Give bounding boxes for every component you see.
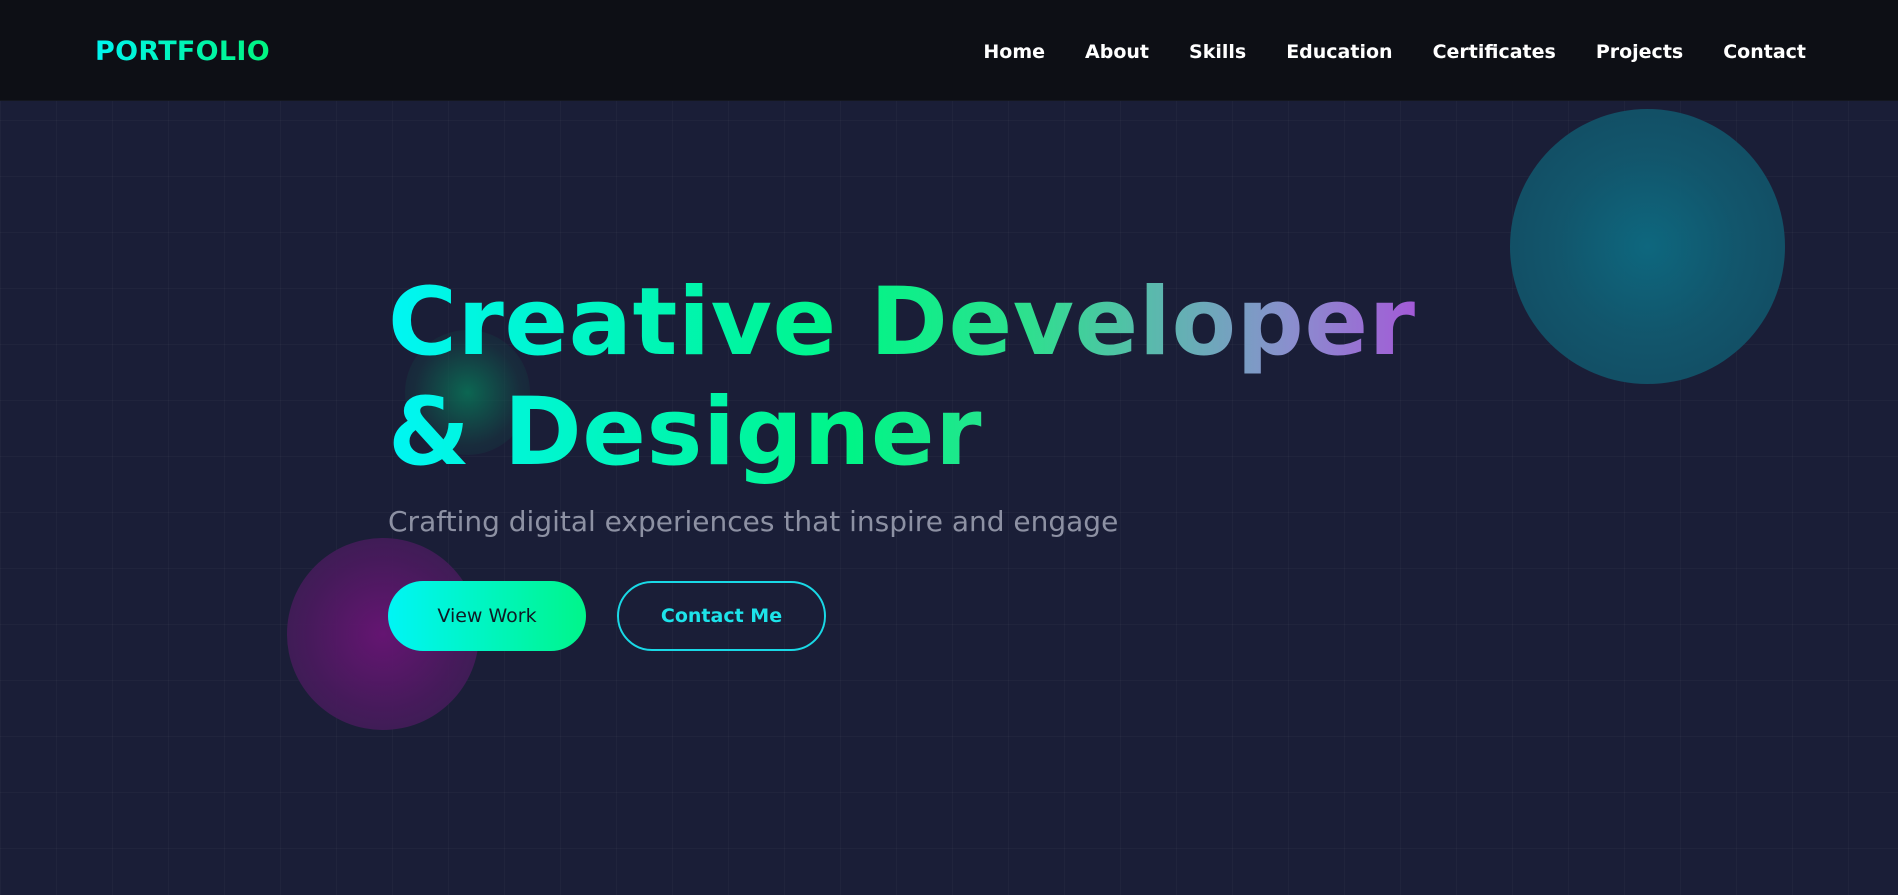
hero-actions: View Work Contact Me: [388, 581, 826, 651]
logo[interactable]: PORTFOLIO: [95, 36, 270, 68]
nav-link-skills[interactable]: Skills: [1189, 41, 1246, 63]
nav-link-certificates[interactable]: Certificates: [1433, 41, 1556, 63]
nav-link-contact[interactable]: Contact: [1723, 41, 1806, 63]
hero-subtitle: Crafting digital experiences that inspir…: [388, 505, 1119, 538]
nav-link-education[interactable]: Education: [1286, 41, 1392, 63]
nav-links: Home About Skills Education Certificates…: [983, 40, 1806, 64]
navbar: PORTFOLIO Home About Skills Education Ce…: [0, 0, 1898, 101]
nav-link-projects[interactable]: Projects: [1596, 41, 1683, 63]
nav-link-home[interactable]: Home: [983, 41, 1045, 63]
hero-title: Creative Developer & Designer: [388, 268, 1488, 488]
view-work-button[interactable]: View Work: [388, 581, 586, 651]
page: PORTFOLIO Home About Skills Education Ce…: [0, 0, 1898, 895]
nav-link-about[interactable]: About: [1085, 41, 1149, 63]
contact-me-button[interactable]: Contact Me: [617, 581, 826, 651]
hero-section: Creative Developer & Designer Crafting d…: [388, 268, 1568, 651]
